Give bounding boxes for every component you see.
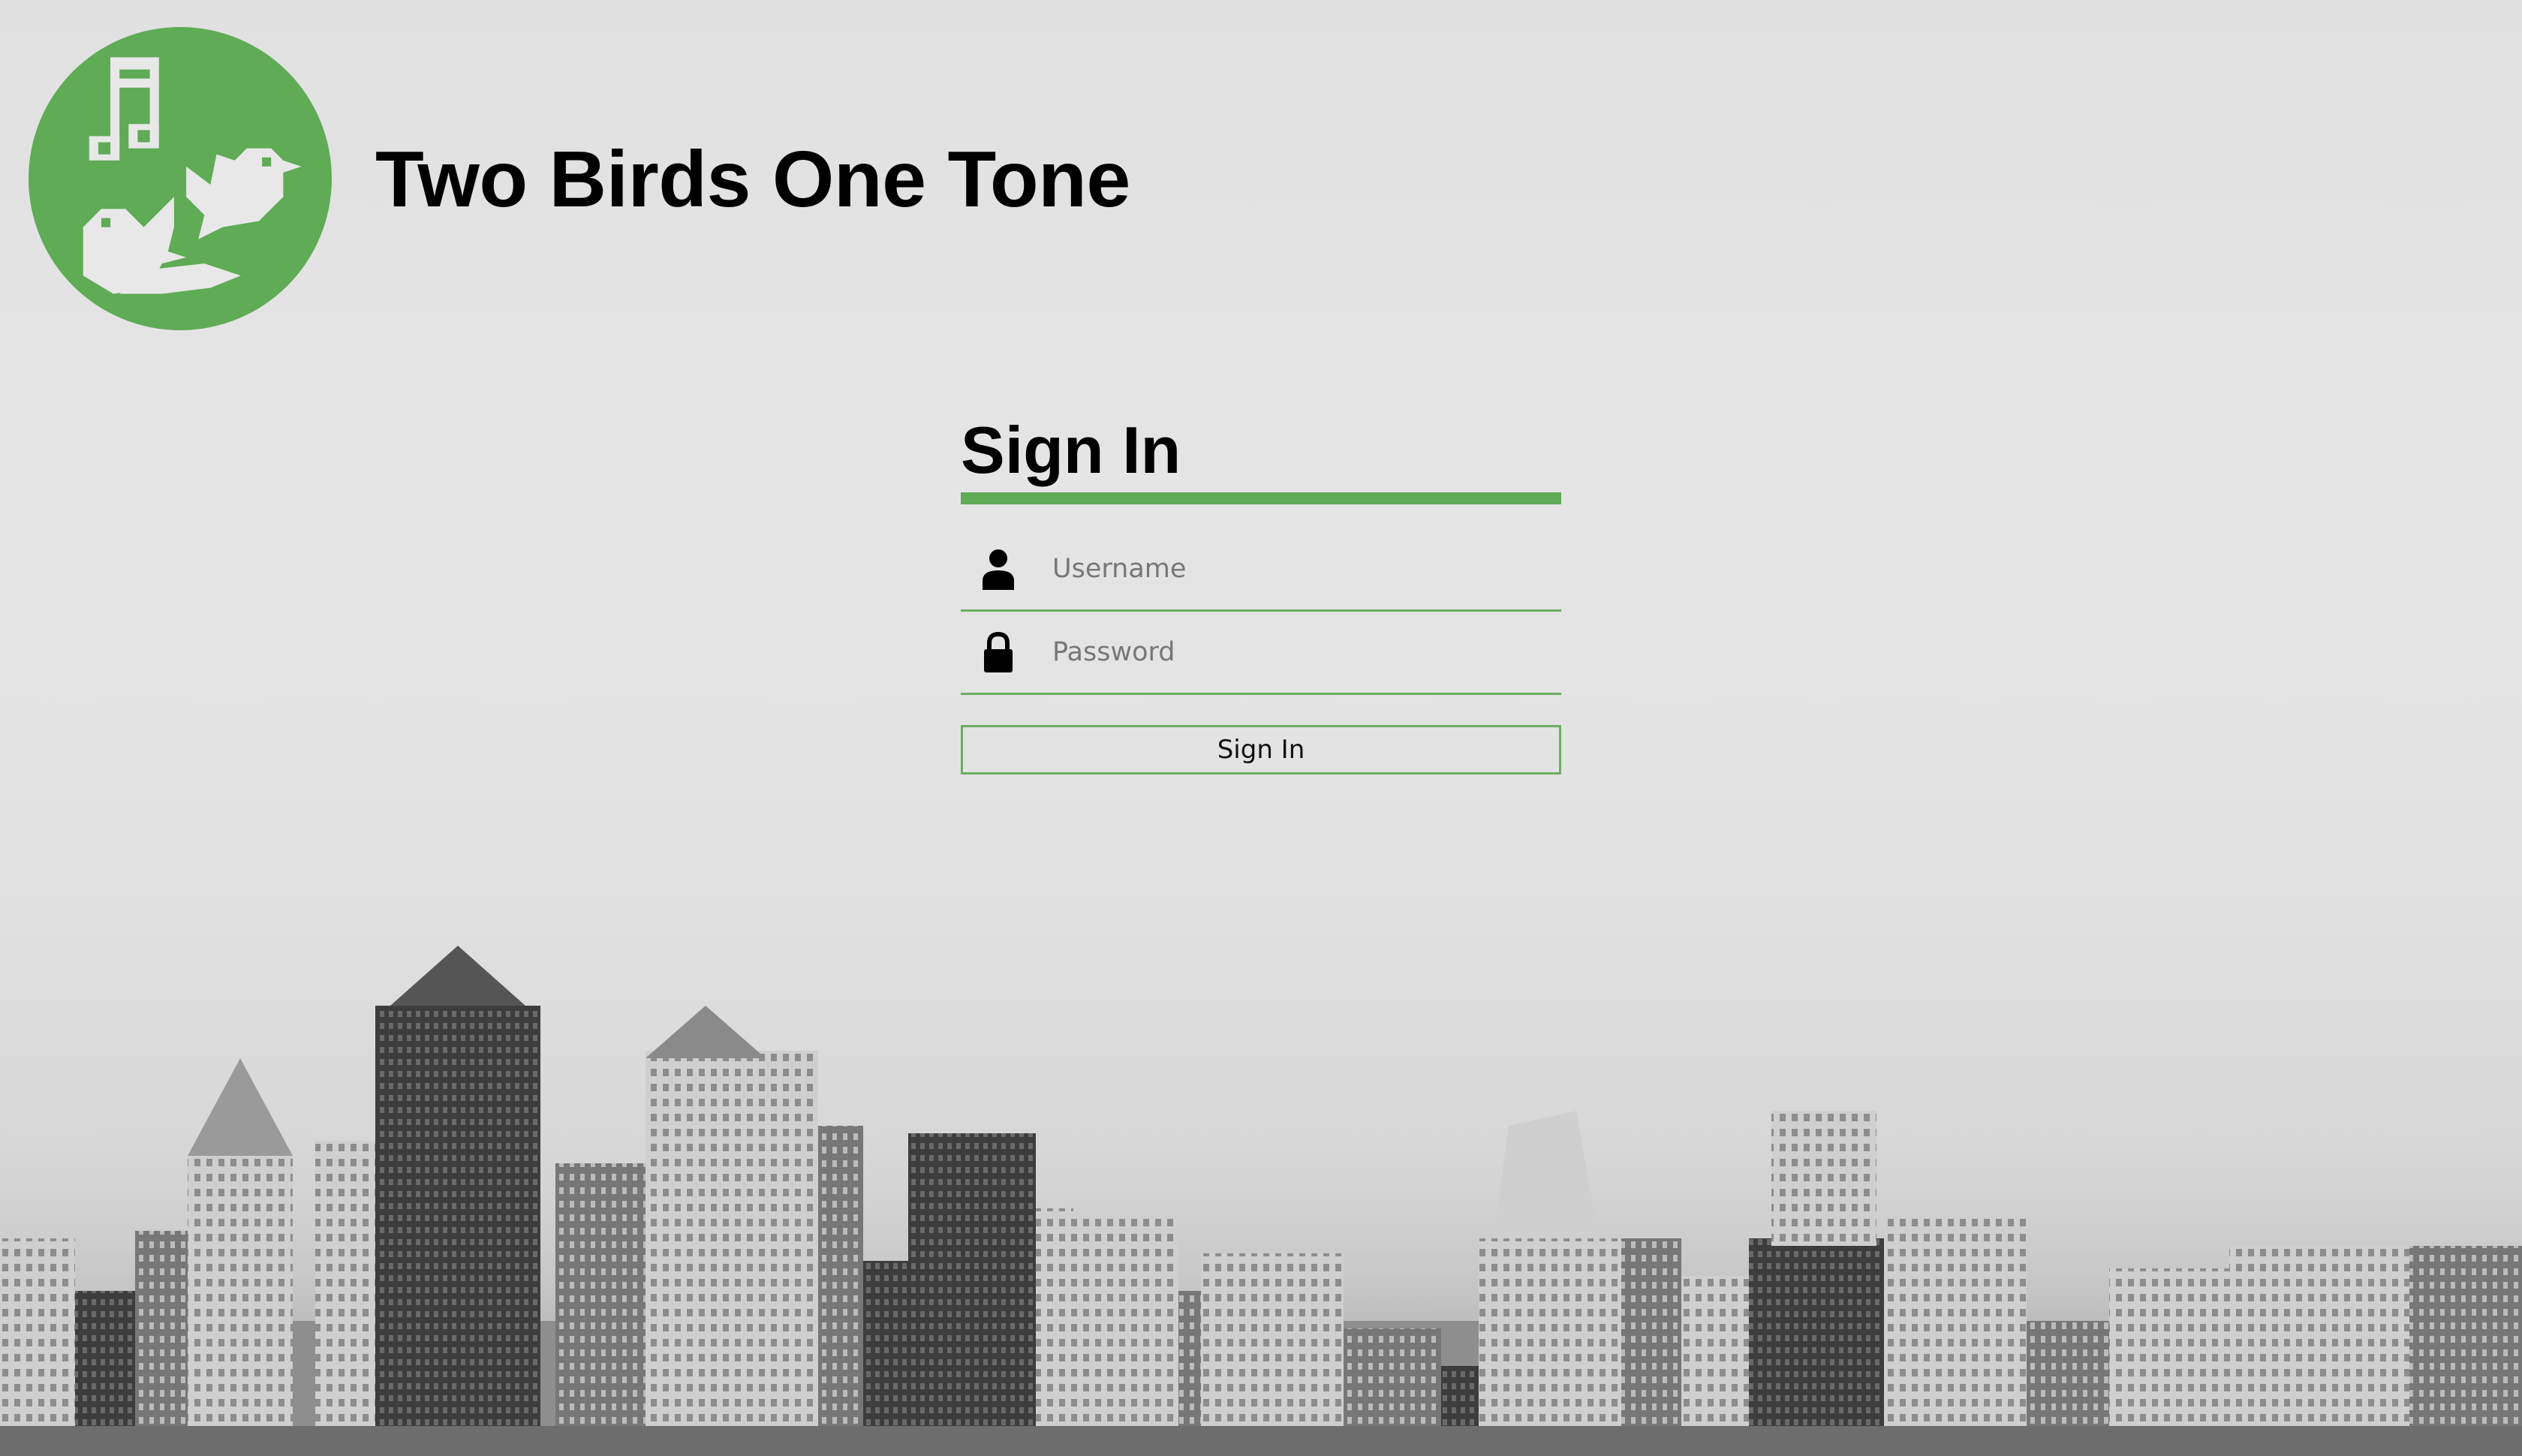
sign-in-button[interactable]: Sign In: [961, 725, 1561, 775]
signin-heading: Sign In: [961, 413, 1181, 487]
username-input[interactable]: [1052, 539, 1533, 599]
app-title: Two Birds One Tone: [375, 135, 1130, 224]
city-skyline-background: [0, 946, 2522, 1456]
signin-form: Sign In Sign In: [961, 417, 1561, 775]
app-logo-icon: [29, 27, 332, 330]
password-field: [961, 612, 1561, 695]
password-input[interactable]: [1052, 622, 1533, 682]
user-icon: [968, 528, 1028, 609]
username-field: [961, 528, 1561, 612]
lock-icon: [968, 612, 1028, 693]
heading-underline: [961, 492, 1561, 504]
